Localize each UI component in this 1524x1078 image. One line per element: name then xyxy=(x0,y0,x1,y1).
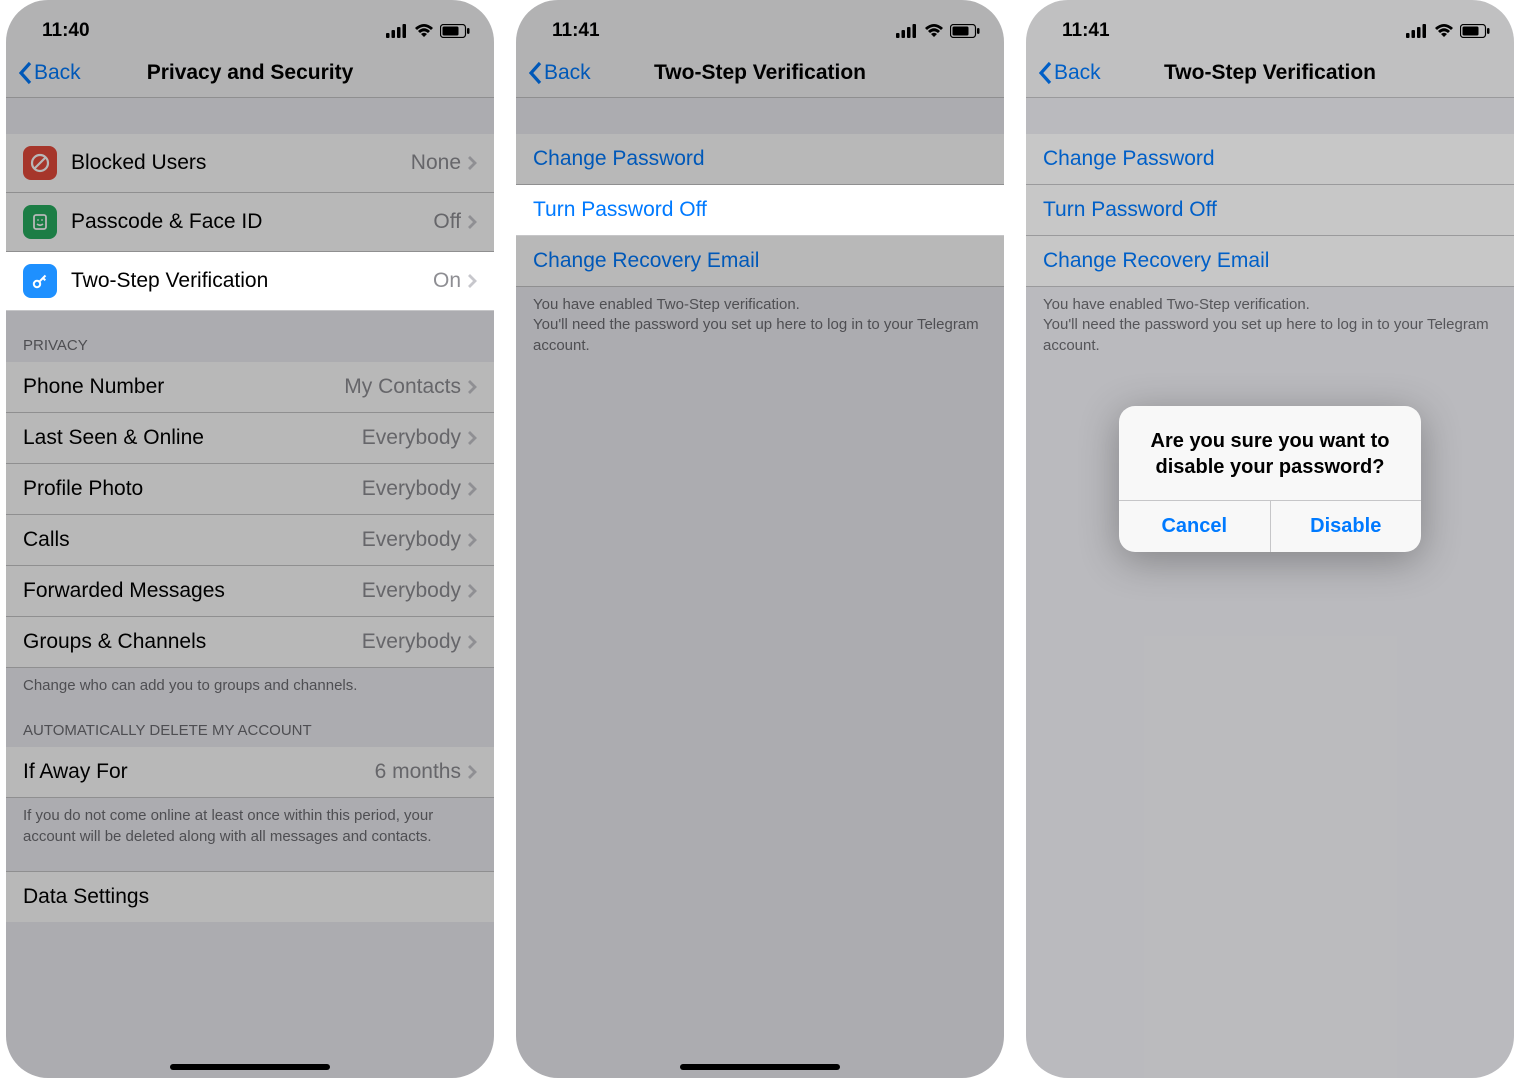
back-label: Back xyxy=(544,61,591,85)
row-value: None xyxy=(411,151,461,175)
chevron-right-icon xyxy=(467,430,477,446)
row-label: If Away For xyxy=(23,760,375,784)
alert-title: Are you sure you want to disable your pa… xyxy=(1119,406,1421,500)
status-bar: 11:41 xyxy=(516,0,1004,48)
row-forwarded-messages[interactable]: Forwarded Messages Everybody xyxy=(6,566,494,617)
row-value: Everybody xyxy=(362,426,461,450)
privacy-footer: Change who can add you to groups and cha… xyxy=(6,668,494,706)
row-label: Change Password xyxy=(533,147,705,171)
chevron-right-icon xyxy=(467,155,477,171)
chevron-left-icon xyxy=(18,61,32,85)
blocked-icon xyxy=(23,146,57,180)
disable-button[interactable]: Disable xyxy=(1270,501,1422,552)
back-button[interactable]: Back xyxy=(18,61,81,85)
key-icon xyxy=(23,264,57,298)
row-label: Data Settings xyxy=(23,885,477,909)
chevron-right-icon xyxy=(467,634,477,650)
alert-backdrop: Are you sure you want to disable your pa… xyxy=(1026,0,1514,1078)
status-bar: 11:40 xyxy=(6,0,494,48)
wifi-icon xyxy=(924,24,944,38)
home-indicator[interactable] xyxy=(170,1064,330,1070)
back-label: Back xyxy=(34,61,81,85)
status-right xyxy=(896,24,980,38)
row-label: Phone Number xyxy=(23,375,344,399)
phone-2-two-step: 11:41 Back Two-Step Verification Change … xyxy=(516,0,1004,1078)
row-value: Everybody xyxy=(362,528,461,552)
row-label: Last Seen & Online xyxy=(23,426,362,450)
row-groups-channels[interactable]: Groups & Channels Everybody xyxy=(6,617,494,668)
battery-icon xyxy=(950,24,980,38)
row-value: Everybody xyxy=(362,630,461,654)
cancel-button[interactable]: Cancel xyxy=(1119,501,1270,552)
nav-bar: Back Two-Step Verification xyxy=(516,48,1004,98)
chevron-right-icon xyxy=(467,764,477,780)
row-profile-photo[interactable]: Profile Photo Everybody xyxy=(6,464,494,515)
row-label: Change Recovery Email xyxy=(533,249,759,273)
row-value: Everybody xyxy=(362,477,461,501)
chevron-right-icon xyxy=(467,214,477,230)
status-right xyxy=(386,24,470,38)
status-time: 11:40 xyxy=(42,20,90,42)
chevron-left-icon xyxy=(528,61,542,85)
auto-delete-header: AUTOMATICALLY DELETE MY ACCOUNT xyxy=(6,706,494,747)
row-calls[interactable]: Calls Everybody xyxy=(6,515,494,566)
row-value: 6 months xyxy=(375,760,461,784)
battery-icon xyxy=(440,24,470,38)
row-change-recovery-email[interactable]: Change Recovery Email xyxy=(516,236,1004,287)
row-label: Profile Photo xyxy=(23,477,362,501)
row-passcode-faceid[interactable]: Passcode & Face ID Off xyxy=(6,193,494,252)
row-data-settings[interactable]: Data Settings xyxy=(6,871,494,922)
two-step-footer: You have enabled Two-Step verification. … xyxy=(516,287,1004,366)
wifi-icon xyxy=(414,24,434,38)
phone-1-privacy-security: 11:40 Back Privacy and Security Blocked … xyxy=(6,0,494,1078)
row-last-seen[interactable]: Last Seen & Online Everybody xyxy=(6,413,494,464)
row-label: Groups & Channels xyxy=(23,630,362,654)
chevron-right-icon xyxy=(467,273,477,289)
row-label: Blocked Users xyxy=(71,151,411,175)
chevron-right-icon xyxy=(467,532,477,548)
row-two-step-verification[interactable]: Two-Step Verification On xyxy=(6,252,494,311)
row-change-password[interactable]: Change Password xyxy=(516,134,1004,185)
passcode-icon xyxy=(23,205,57,239)
row-blocked-users[interactable]: Blocked Users None xyxy=(6,134,494,193)
chevron-right-icon xyxy=(467,583,477,599)
privacy-section-header: PRIVACY xyxy=(6,311,494,362)
alert-buttons: Cancel Disable xyxy=(1119,500,1421,552)
row-value: My Contacts xyxy=(344,375,461,399)
status-time: 11:41 xyxy=(552,20,600,42)
home-indicator[interactable] xyxy=(680,1064,840,1070)
chevron-right-icon xyxy=(467,379,477,395)
signal-icon xyxy=(386,24,408,38)
row-label: Two-Step Verification xyxy=(71,269,433,293)
row-value: Off xyxy=(433,210,461,234)
row-value: On xyxy=(433,269,461,293)
signal-icon xyxy=(896,24,918,38)
row-phone-number[interactable]: Phone Number My Contacts xyxy=(6,362,494,413)
back-button[interactable]: Back xyxy=(528,61,591,85)
row-if-away-for[interactable]: If Away For 6 months xyxy=(6,747,494,798)
nav-bar: Back Privacy and Security xyxy=(6,48,494,98)
auto-delete-footer: If you do not come online at least once … xyxy=(6,798,494,857)
row-value: Everybody xyxy=(362,579,461,603)
row-label: Passcode & Face ID xyxy=(71,210,433,234)
row-label: Forwarded Messages xyxy=(23,579,362,603)
row-label: Calls xyxy=(23,528,362,552)
confirm-disable-alert: Are you sure you want to disable your pa… xyxy=(1119,406,1421,552)
row-label: Turn Password Off xyxy=(533,198,707,222)
chevron-right-icon xyxy=(467,481,477,497)
phone-3-disable-alert: 11:41 Back Two-Step Verification Change … xyxy=(1026,0,1514,1078)
row-turn-password-off[interactable]: Turn Password Off xyxy=(516,185,1004,236)
